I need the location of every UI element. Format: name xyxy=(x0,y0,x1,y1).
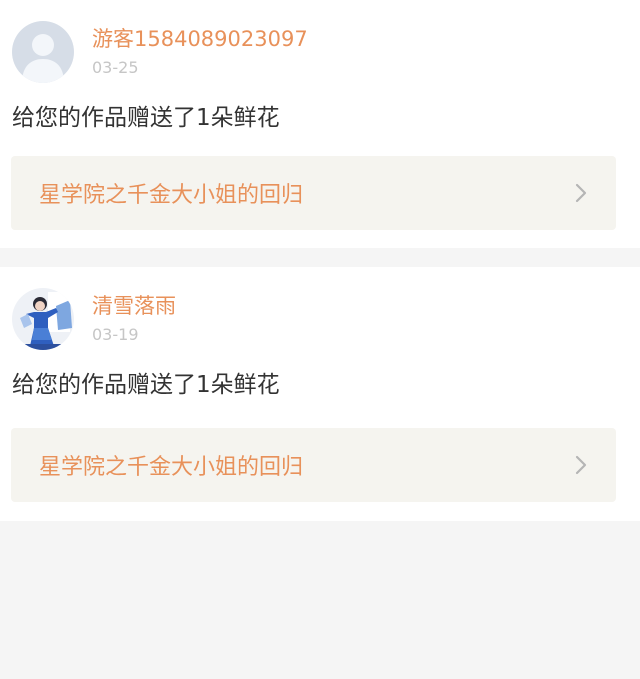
default-user-icon xyxy=(12,21,74,83)
chevron-right-icon xyxy=(575,455,587,475)
notification-card: 清雪落雨 03-19 给您的作品赠送了1朵鲜花 星学院之千金大小姐的回归 xyxy=(0,267,640,521)
notification-header: 清雪落雨 03-19 xyxy=(12,267,628,367)
avatar[interactable] xyxy=(12,21,74,83)
work-title: 星学院之千金大小姐的回归 xyxy=(39,455,304,480)
date: 03-19 xyxy=(92,325,139,344)
avatar[interactable] xyxy=(12,288,74,350)
work-title: 星学院之千金大小姐的回归 xyxy=(39,183,304,208)
notification-message: 给您的作品赠送了1朵鲜花 xyxy=(12,372,280,398)
notification-message: 给您的作品赠送了1朵鲜花 xyxy=(12,105,280,131)
username[interactable]: 清雪落雨 xyxy=(92,292,176,320)
user-photo-avatar xyxy=(12,288,74,350)
notification-header: 游客1584089023097 03-25 xyxy=(12,0,628,100)
user-meta: 游客1584089023097 03-25 xyxy=(92,25,308,79)
username[interactable]: 游客1584089023097 xyxy=(92,25,308,53)
date: 03-25 xyxy=(92,58,139,77)
user-meta: 清雪落雨 03-19 xyxy=(92,292,176,346)
work-link[interactable]: 星学院之千金大小姐的回归 xyxy=(11,156,616,230)
notification-card: 游客1584089023097 03-25 给您的作品赠送了1朵鲜花 星学院之千… xyxy=(0,0,640,248)
work-link[interactable]: 星学院之千金大小姐的回归 xyxy=(11,428,616,502)
chevron-right-icon xyxy=(575,183,587,203)
